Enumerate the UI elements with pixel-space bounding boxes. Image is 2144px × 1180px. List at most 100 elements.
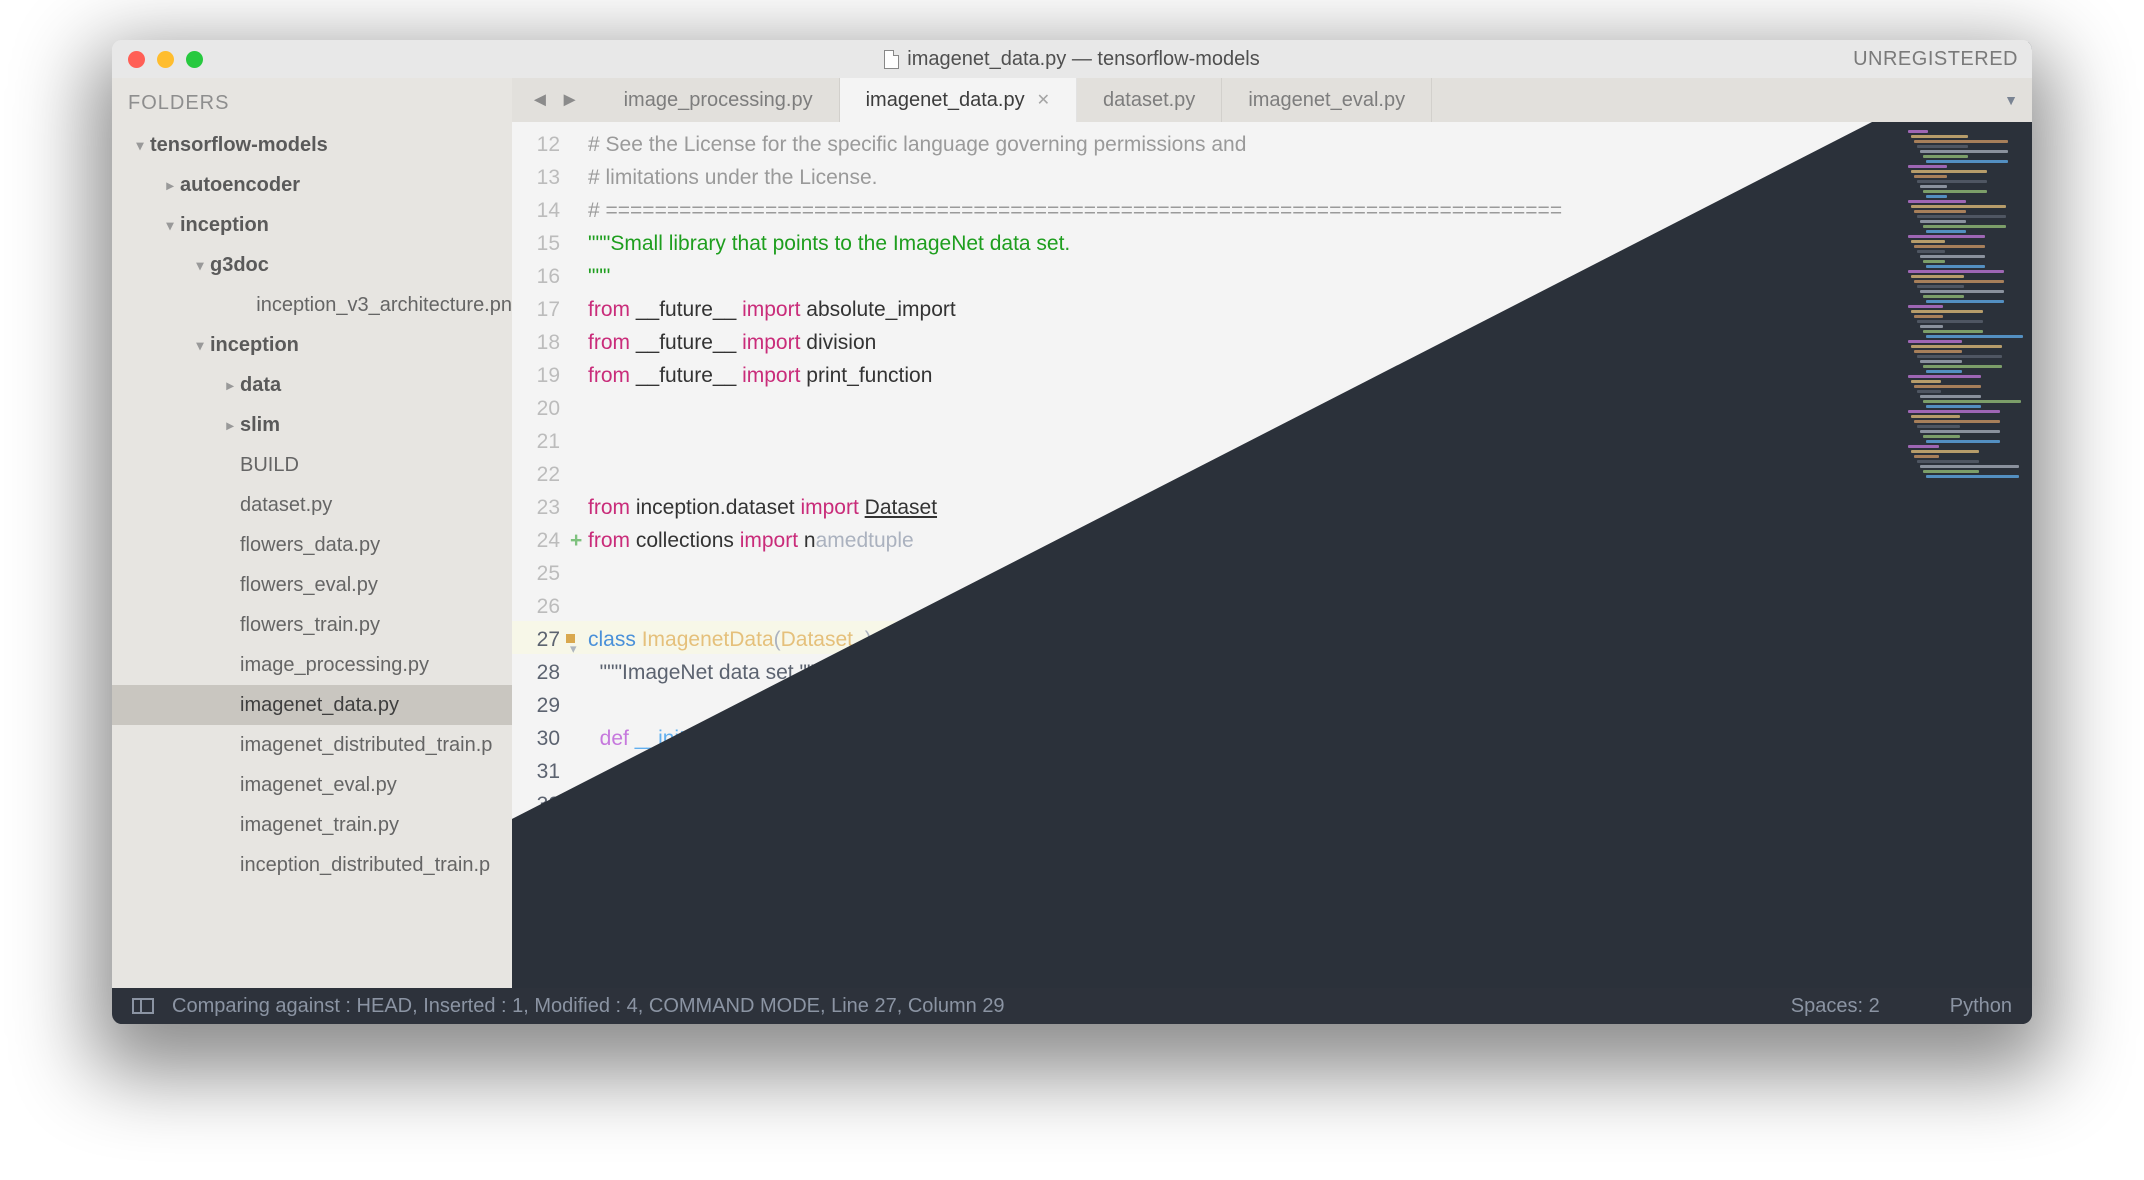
tab-close-icon[interactable]: ✕ xyxy=(1037,90,1050,110)
line-number: 32 xyxy=(512,788,568,821)
chevron-down-icon: ▾ xyxy=(130,137,150,154)
tree-item-label: inception_v3_architecture.pn xyxy=(256,294,512,317)
code-line[interactable]: from collections import namedtuple+ xyxy=(588,524,1892,557)
tree-item-label: flowers_data.py xyxy=(240,534,380,557)
tree-item-label: inception xyxy=(210,334,299,357)
line-number: 12 xyxy=(512,128,568,161)
tree-item[interactable]: ▸autoencoder xyxy=(112,165,512,205)
tree-item-label: imagenet_data.py xyxy=(240,694,399,717)
code-line[interactable]: class ImagenetData(Dataset_):▾ xyxy=(588,623,1892,656)
status-indent[interactable]: Spaces: 2 xyxy=(1791,995,1880,1018)
code-line[interactable]: super(ImagenetData, self).__init__('Imag… xyxy=(588,755,1892,788)
tree-item-label: autoencoder xyxy=(180,174,300,197)
tab-label: imagenet_data.py xyxy=(866,89,1025,112)
line-number: 18 xyxy=(512,326,568,359)
code-line[interactable]: from __future__ import absolute_import xyxy=(588,293,1892,326)
fold-icon[interactable]: ▾ xyxy=(570,830,577,863)
tree-item[interactable]: imagenet_train.py xyxy=(112,805,512,845)
sidebar[interactable]: FOLDERS ▾ tensorflow-models ▸autoencoder… xyxy=(112,78,512,988)
tree-item[interactable]: imagenet_distributed_train.p xyxy=(112,725,512,765)
line-number: 21 xyxy=(512,425,568,458)
line-number: 26 xyxy=(512,590,568,623)
tree-item[interactable]: inception_v3_architecture.pn xyxy=(112,285,512,325)
line-number: 29 xyxy=(512,689,568,722)
sidebar-header: FOLDERS xyxy=(112,78,512,125)
line-number: 13 xyxy=(512,161,568,194)
title-bar: imagenet_data.py — tensorflow-models UNR… xyxy=(112,40,2032,78)
code-line[interactable]: # See the License for the specific langu… xyxy=(588,128,1892,161)
tree-item[interactable]: ▾inception xyxy=(112,205,512,245)
tree-item[interactable]: flowers_eval.py xyxy=(112,565,512,605)
code-line[interactable]: def num_classes(self):▾ xyxy=(588,821,1892,854)
code-line[interactable]: def __init__(self, subset): xyxy=(588,722,1892,755)
chevron-down-icon: ▾ xyxy=(190,257,210,274)
line-number: 24 xyxy=(512,524,568,557)
tree-item[interactable]: flowers_train.py xyxy=(112,605,512,645)
fold-icon[interactable]: ▾ xyxy=(570,632,577,665)
line-number: 35 xyxy=(512,887,568,920)
line-number: 15 xyxy=(512,227,568,260)
tree-item[interactable]: imagenet_eval.py xyxy=(112,765,512,805)
line-number: 31 xyxy=(512,755,568,788)
tabs: image_processing.py imagenet_data.py ✕ data… xyxy=(598,78,1433,122)
tree-item[interactable]: image_processing.py xyxy=(112,645,512,685)
status-syntax[interactable]: Python xyxy=(1950,995,2012,1018)
tree-item[interactable]: dataset.py xyxy=(112,485,512,525)
tree-item[interactable]: ▾g3doc xyxy=(112,245,512,285)
code-line[interactable]: """ImageNet data set.""" xyxy=(588,656,1892,689)
chevron-down-icon: ▾ xyxy=(160,217,180,234)
unregistered-label: UNREGISTERED xyxy=(1853,48,2018,71)
code-editor[interactable]: 12 # See the License for the specific lan… xyxy=(512,122,2032,988)
tree-item[interactable]: flowers_data.py xyxy=(112,525,512,565)
tab[interactable]: dataset.py xyxy=(1077,78,1222,122)
code-line[interactable]: return 1000 xyxy=(588,887,1892,920)
code-line[interactable]: from inception.dataset import Dataset xyxy=(588,491,1892,524)
tab[interactable]: imagenet_data.py ✕ xyxy=(840,78,1077,122)
line-number: 19 xyxy=(512,359,568,392)
tree-item-label: slim xyxy=(240,414,280,437)
line-number: 30 xyxy=(512,722,568,755)
tab[interactable]: image_processing.py xyxy=(598,78,840,122)
code-line[interactable]: # ======================================… xyxy=(588,194,1892,227)
tree-item[interactable]: inception_distributed_train.p xyxy=(112,845,512,885)
nav-forward-icon[interactable]: ► xyxy=(560,89,580,112)
tree-item-label: imagenet_distributed_train.p xyxy=(240,734,492,757)
tab-overflow-icon[interactable]: ▼ xyxy=(2004,92,2018,108)
code-line[interactable]: """ xyxy=(588,260,1892,293)
project-root[interactable]: ▾ tensorflow-models xyxy=(112,125,512,165)
tree-item-label: inception xyxy=(180,214,269,237)
code-line[interactable]: """Small library that points to the Imag… xyxy=(588,227,1892,260)
tree-item[interactable]: ▸slim xyxy=(112,405,512,445)
file-tree: ▸autoencoder▾inception▾g3docinception_v3… xyxy=(112,165,512,885)
nav-back-icon[interactable]: ◄ xyxy=(530,89,550,112)
minimap[interactable] xyxy=(1902,122,2032,988)
tree-item[interactable]: ▸data xyxy=(112,365,512,405)
tree-item-label: data xyxy=(240,374,281,397)
chevron-right-icon: ▸ xyxy=(160,177,180,194)
tree-item-label: image_processing.py xyxy=(240,654,429,677)
code-line[interactable]: from __future__ import print_function xyxy=(588,359,1892,392)
code-line[interactable]: from __future__ import division xyxy=(588,326,1892,359)
tab-label: dataset.py xyxy=(1103,89,1195,112)
code-line[interactable]: """Returns the number of classes in the … xyxy=(588,854,1892,887)
tab[interactable]: imagenet_eval.py xyxy=(1222,78,1432,122)
line-number: 34 xyxy=(512,854,568,887)
code-line[interactable]: # limitations under the License. xyxy=(588,161,1892,194)
tree-item-label: g3doc xyxy=(210,254,269,277)
tree-item[interactable]: imagenet_data.py xyxy=(112,685,512,725)
chevron-down-icon: ▾ xyxy=(190,337,210,354)
line-number: 25 xyxy=(512,557,568,590)
window-title-text: imagenet_data.py — tensorflow-models xyxy=(907,48,1259,71)
chevron-right-icon: ▸ xyxy=(220,377,240,394)
tab-history-nav: ◄ ► xyxy=(512,89,598,112)
line-number: 23 xyxy=(512,491,568,524)
panel-toggle-icon[interactable] xyxy=(132,998,154,1014)
line-number: 27 xyxy=(512,623,568,656)
tab-label: image_processing.py xyxy=(624,89,813,112)
tree-item[interactable]: ▾inception xyxy=(112,325,512,365)
window-title: imagenet_data.py — tensorflow-models xyxy=(112,48,2032,71)
tree-item[interactable]: BUILD xyxy=(112,445,512,485)
tree-item-label: inception_distributed_train.p xyxy=(240,854,490,877)
line-number: 22 xyxy=(512,458,568,491)
status-bar: Comparing against : HEAD, Inserted : 1, … xyxy=(112,988,2032,1024)
